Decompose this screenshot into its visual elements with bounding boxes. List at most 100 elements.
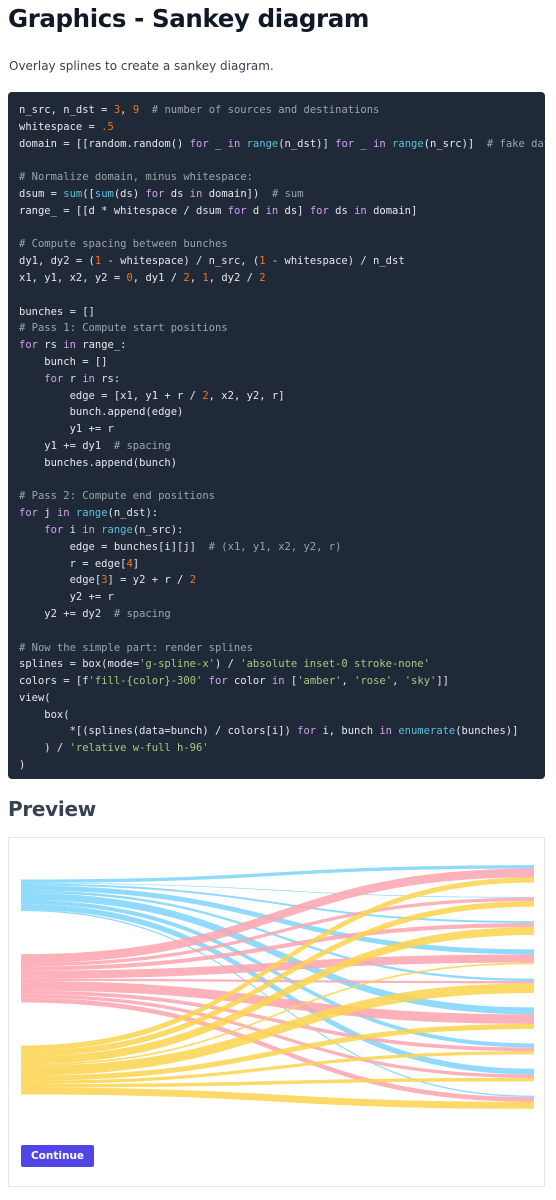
- code-token: .5: [101, 120, 114, 133]
- code-line: for r in rs:: [19, 371, 545, 388]
- code-token: in: [227, 137, 241, 150]
- code-token: (n_dst):: [107, 507, 159, 520]
- code-token: in: [373, 137, 386, 150]
- code-line: splines = box(mode='g-spline-x') / 'abso…: [19, 656, 545, 673]
- code-line: bunch = []: [19, 354, 545, 371]
- code-line: dsum = sum([sum(ds) for ds in domain]) #…: [19, 186, 545, 203]
- code-token: in: [379, 725, 392, 738]
- code-token: 'absolute inset-0 stroke-none': [240, 658, 430, 671]
- code-token: ] = y2 + r /: [107, 574, 190, 587]
- code-token: ([: [82, 187, 95, 200]
- code-token: ]]: [436, 675, 449, 688]
- code-token: in: [63, 339, 76, 352]
- code-token: for: [208, 675, 228, 688]
- code-token: # Compute spacing between bunches: [19, 238, 228, 251]
- code-line: # Compute spacing between bunches: [19, 236, 545, 253]
- code-token: # spacing: [113, 439, 171, 452]
- code-token: (n_src):: [132, 523, 184, 536]
- continue-button[interactable]: Continue: [21, 1145, 94, 1167]
- code-token: # spacing: [113, 607, 171, 620]
- code-token: enumerate: [398, 725, 456, 738]
- code-token: range: [392, 137, 424, 150]
- code-token: d: [246, 204, 266, 217]
- page-subtitle: Overlay splines to create a sankey diagr…: [9, 59, 274, 73]
- code-token: # fake data: [486, 137, 545, 150]
- code-token: color: [227, 675, 272, 688]
- code-token: in: [82, 523, 95, 536]
- code-line: x1, y1, x2, y2 = 0, dy1 / 2, 1, dy2 / 2: [19, 270, 545, 287]
- code-token: x1, y1, x2, y2 =: [19, 271, 127, 284]
- code-line: y1 += r: [19, 421, 545, 438]
- code-line: view(: [19, 690, 545, 707]
- code-token: ) /: [19, 742, 70, 755]
- code-token: (n_dst)]: [278, 137, 336, 150]
- code-token: in: [82, 372, 95, 385]
- code-line: whitespace = .5: [19, 119, 545, 136]
- code-token: ds: [328, 204, 355, 217]
- code-token: for: [335, 137, 355, 150]
- code-token: rs:: [94, 372, 121, 385]
- code-line: for i in range(n_src):: [19, 522, 545, 539]
- code-line: for rs in range_:: [19, 337, 545, 354]
- code-token: i: [63, 523, 83, 536]
- code-line: colors = [f'fill-{color}-300' for color …: [19, 673, 545, 690]
- code-line: y1 += dy1 # spacing: [19, 438, 545, 455]
- code-line: y2 += r: [19, 589, 545, 606]
- code-token: , x2, y2, r]: [208, 389, 285, 402]
- code-token: dy1, dy2 = (: [19, 255, 95, 268]
- code-token: (bunches)]: [455, 725, 519, 738]
- code-token: whitespace =: [19, 120, 102, 133]
- code-line: y2 += dy2 # spacing: [19, 606, 545, 623]
- code-token: ,: [189, 271, 203, 284]
- code-token: ,: [392, 675, 405, 688]
- code-token: splines = box(mode=: [19, 658, 140, 671]
- code-token: box(: [19, 708, 70, 721]
- code-token: y2 += dy2: [19, 607, 114, 620]
- code-token: for: [145, 187, 165, 200]
- code-token: (ds): [113, 187, 146, 200]
- code-token: # Normalize domain, minus whitespace:: [19, 171, 253, 184]
- code-token: , dy1 /: [132, 271, 184, 284]
- code-token: y2 += r: [19, 591, 114, 604]
- code-line: bunches.append(bunch): [19, 455, 545, 472]
- code-token: , dy2 /: [208, 271, 260, 284]
- code-token: ) /: [214, 658, 241, 671]
- code-line: # Now the simple part: render splines: [19, 640, 545, 657]
- code-token: ): [19, 759, 26, 772]
- code-token: range_:: [75, 339, 127, 352]
- code-line: *[(splines(data=bunch) / colors[i]) for …: [19, 723, 545, 740]
- code-token: for: [297, 725, 317, 738]
- code-token: 'rose': [354, 675, 393, 688]
- code-token: domain]): [202, 187, 272, 200]
- code-content: n_src, n_dst = 3, 9 # number of sources …: [19, 102, 545, 774]
- code-token: *[(splines(data=bunch) / colors[i]): [19, 725, 298, 738]
- code-token: ,: [341, 675, 355, 688]
- code-token: bunches.append(bunch): [19, 456, 178, 469]
- code-token: bunch.append(edge): [19, 406, 184, 419]
- code-token: rs: [37, 339, 64, 352]
- code-token: 'amber': [297, 675, 342, 688]
- code-token: sum: [94, 187, 114, 200]
- code-token: edge = [x1, y1 + r /: [19, 389, 203, 402]
- code-token: 'g-spline-x': [139, 658, 215, 671]
- code-token: edge[: [19, 574, 102, 587]
- code-token: for: [19, 339, 38, 352]
- code-line: ): [19, 757, 545, 774]
- code-line: bunches = []: [19, 304, 545, 321]
- code-line: domain = [[random.random() for _ in rang…: [19, 136, 545, 153]
- code-token: _: [208, 137, 228, 150]
- code-token: # (x1, y1, x2, y2, r): [208, 540, 342, 553]
- code-token: 2: [259, 271, 266, 284]
- code-block: n_src, n_dst = 3, 9 # number of sources …: [8, 92, 545, 779]
- code-token: bunch = []: [19, 355, 108, 368]
- code-line: # Pass 1: Compute start positions: [19, 320, 545, 337]
- code-token: range: [75, 507, 108, 520]
- code-token: 'sky': [404, 675, 437, 688]
- code-token: for: [44, 523, 64, 536]
- code-line: range_ = [[d * whitespace / dsum for d i…: [19, 203, 545, 220]
- code-token: edge = bunches[i][j]: [19, 540, 209, 553]
- page-title: Graphics - Sankey diagram: [8, 4, 369, 33]
